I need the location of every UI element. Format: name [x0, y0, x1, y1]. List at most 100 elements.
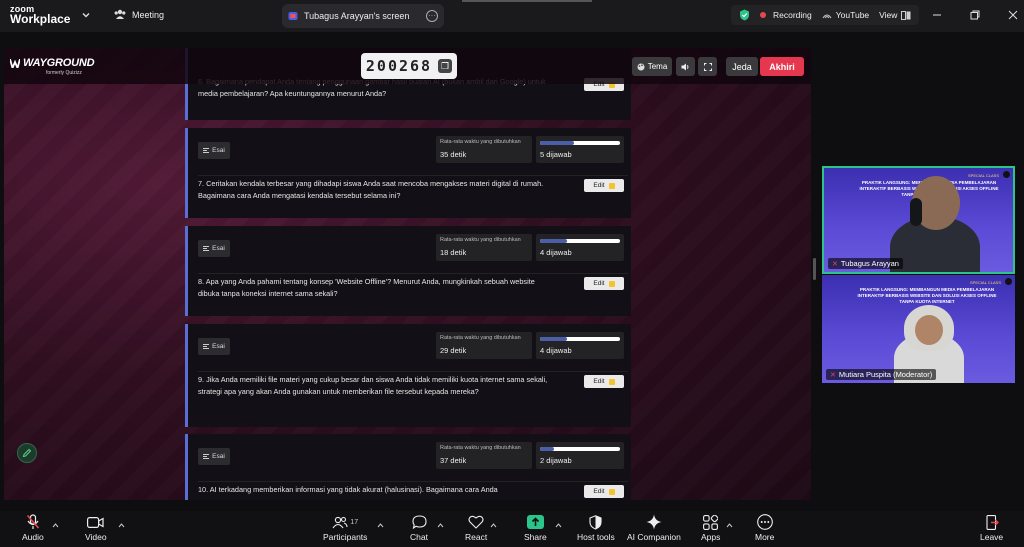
answered-stat: 2 dijawab	[536, 442, 624, 469]
ai-companion-label: AI Companion	[627, 532, 681, 542]
signal-icon	[822, 14, 832, 19]
pencil-icon	[608, 378, 615, 385]
mic-muted-icon	[26, 514, 39, 529]
shield-icon	[589, 514, 602, 530]
chevron-up-icon[interactable]	[555, 522, 562, 529]
leave-door-icon	[986, 514, 999, 530]
recording-status[interactable]: Recording	[760, 10, 812, 20]
annotate-button[interactable]	[17, 443, 37, 463]
chevron-up-icon[interactable]	[437, 522, 444, 529]
copy-icon[interactable]: ❐	[438, 59, 453, 73]
answered-progress-fill	[540, 447, 554, 451]
edit-button[interactable]: Edit	[584, 485, 624, 498]
chevron-up-icon[interactable]	[726, 522, 733, 529]
sound-button[interactable]	[676, 57, 695, 76]
speaker-icon	[681, 63, 689, 70]
react-button[interactable]: React	[465, 514, 487, 542]
shared-screen-tab[interactable]: Tubagus Arayyan's screen ···	[282, 4, 444, 28]
question-type-chip: Esai	[198, 338, 230, 355]
answered-count: 2 dijawab	[540, 456, 572, 465]
question-card[interactable]: Esai Rata-rata waktu yang dibutuhkan 18 d…	[185, 226, 631, 316]
edit-button[interactable]: Edit	[584, 277, 624, 290]
heart-icon	[468, 515, 484, 529]
pause-button[interactable]: Jeda	[726, 57, 758, 76]
view-menu[interactable]: View	[879, 10, 911, 20]
recording-dot-icon	[760, 12, 766, 18]
security-shield[interactable]	[739, 9, 750, 21]
ai-companion-button[interactable]: AI Companion	[627, 514, 681, 542]
tile-options-icon[interactable]	[1003, 171, 1010, 178]
question-card[interactable]: Esai Rata-rata waktu yang dibutuhkan 37 d…	[185, 434, 631, 500]
leave-button[interactable]: Leave	[980, 514, 1003, 542]
average-time-label: Rata-rata waktu yang dibutuhkan	[440, 139, 521, 145]
average-time-value: 29 detik	[440, 346, 467, 355]
theme-button[interactable]: Tema	[632, 57, 672, 76]
panel-resize-handle[interactable]	[813, 258, 816, 280]
participant-name-tag: ✕ Mutiara Puspita (Moderator)	[826, 369, 937, 380]
question-type-chip: Esai	[198, 142, 230, 159]
shared-screen-label: Tubagus Arayyan's screen	[304, 11, 410, 21]
question-type: Esai	[212, 245, 225, 252]
edit-label: Edit	[593, 378, 605, 385]
join-code-box[interactable]: 200268 ❐	[361, 53, 457, 79]
microphone-icon	[910, 198, 922, 226]
participant-name-tag: ✕ Tubagus Arayyan	[828, 258, 903, 269]
sparkle-icon	[646, 514, 662, 530]
shield-check-icon	[740, 9, 749, 21]
participants-icon	[332, 516, 348, 528]
answered-progress-fill	[540, 337, 568, 341]
minimize-icon[interactable]	[930, 8, 944, 22]
edit-button[interactable]: Edit	[584, 375, 624, 388]
question-type: Esai	[212, 453, 225, 460]
participants-button[interactable]: 17 Participants	[323, 514, 367, 542]
close-icon[interactable]	[1006, 8, 1020, 22]
share-button[interactable]: Share	[524, 514, 547, 542]
special-class-badge: SPECIAL CLASS	[970, 280, 1001, 285]
answered-stat: 4 dijawab	[536, 332, 624, 359]
participants-group-icon	[114, 9, 126, 19]
edit-button[interactable]: Edit	[584, 179, 624, 192]
more-button[interactable]: More	[755, 514, 774, 542]
question-card-header: Esai Rata-rata waktu yang dibutuhkan 37 d…	[198, 434, 628, 482]
special-class-badge: SPECIAL CLASS	[968, 173, 999, 178]
host-tools-label: Host tools	[577, 532, 615, 542]
fullscreen-button[interactable]	[698, 57, 717, 76]
share-screen-icon	[526, 515, 544, 529]
host-tools-button[interactable]: Host tools	[577, 514, 615, 542]
answered-progress-bar	[540, 239, 620, 243]
restore-icon[interactable]	[968, 8, 982, 22]
react-label: React	[465, 532, 488, 542]
mic-muted-icon: ✕	[832, 260, 838, 268]
edit-label: Edit	[593, 280, 605, 287]
youtube-live-status[interactable]: YouTube	[822, 10, 869, 20]
more-options-icon[interactable]: ···	[426, 10, 438, 22]
brand-sub: formerly Quizizz	[46, 70, 82, 76]
video-button[interactable]: Video	[85, 514, 107, 542]
essay-icon	[203, 344, 210, 349]
theme-label: Tema	[647, 62, 668, 71]
video-tile-moderator[interactable]: SPECIAL CLASS PRAKTIK LANGSUNG: MEMBANGU…	[822, 275, 1015, 383]
chevron-down-icon[interactable]	[80, 9, 92, 21]
shared-screen: WAYGROUND formerly Quizizz 200268 ❐ Tema…	[4, 48, 811, 500]
apps-label: Apps	[701, 532, 721, 542]
chat-button[interactable]: Chat	[410, 514, 428, 542]
pencil-icon	[608, 182, 615, 189]
chat-bubble-icon	[411, 515, 427, 529]
chevron-up-icon[interactable]	[52, 522, 59, 529]
end-button[interactable]: Akhiri	[760, 57, 804, 76]
chevron-up-icon[interactable]	[118, 522, 125, 529]
audio-button[interactable]: Audio	[22, 514, 44, 542]
question-card[interactable]: Esai Rata-rata waktu yang dibutuhkan 35 d…	[185, 128, 631, 218]
chevron-up-icon[interactable]	[377, 522, 384, 529]
meeting-menu[interactable]: Meeting	[114, 9, 164, 20]
pencil-icon	[22, 448, 32, 458]
video-tile-speaker[interactable]: SPECIAL CLASS PRAKTIK LANGSUNG: MEMBANGU…	[822, 166, 1015, 274]
chevron-up-icon[interactable]	[490, 522, 497, 529]
tile-options-icon[interactable]	[1005, 278, 1012, 285]
apps-button[interactable]: Apps	[701, 514, 720, 542]
answered-progress-bar	[540, 447, 620, 451]
question-card[interactable]: Esai Rata-rata waktu yang dibutuhkan 29 d…	[185, 324, 631, 427]
average-time-label: Rata-rata waktu yang dibutuhkan	[440, 445, 521, 451]
average-time-value: 37 detik	[440, 456, 467, 465]
participants-label: Participants	[323, 532, 368, 542]
